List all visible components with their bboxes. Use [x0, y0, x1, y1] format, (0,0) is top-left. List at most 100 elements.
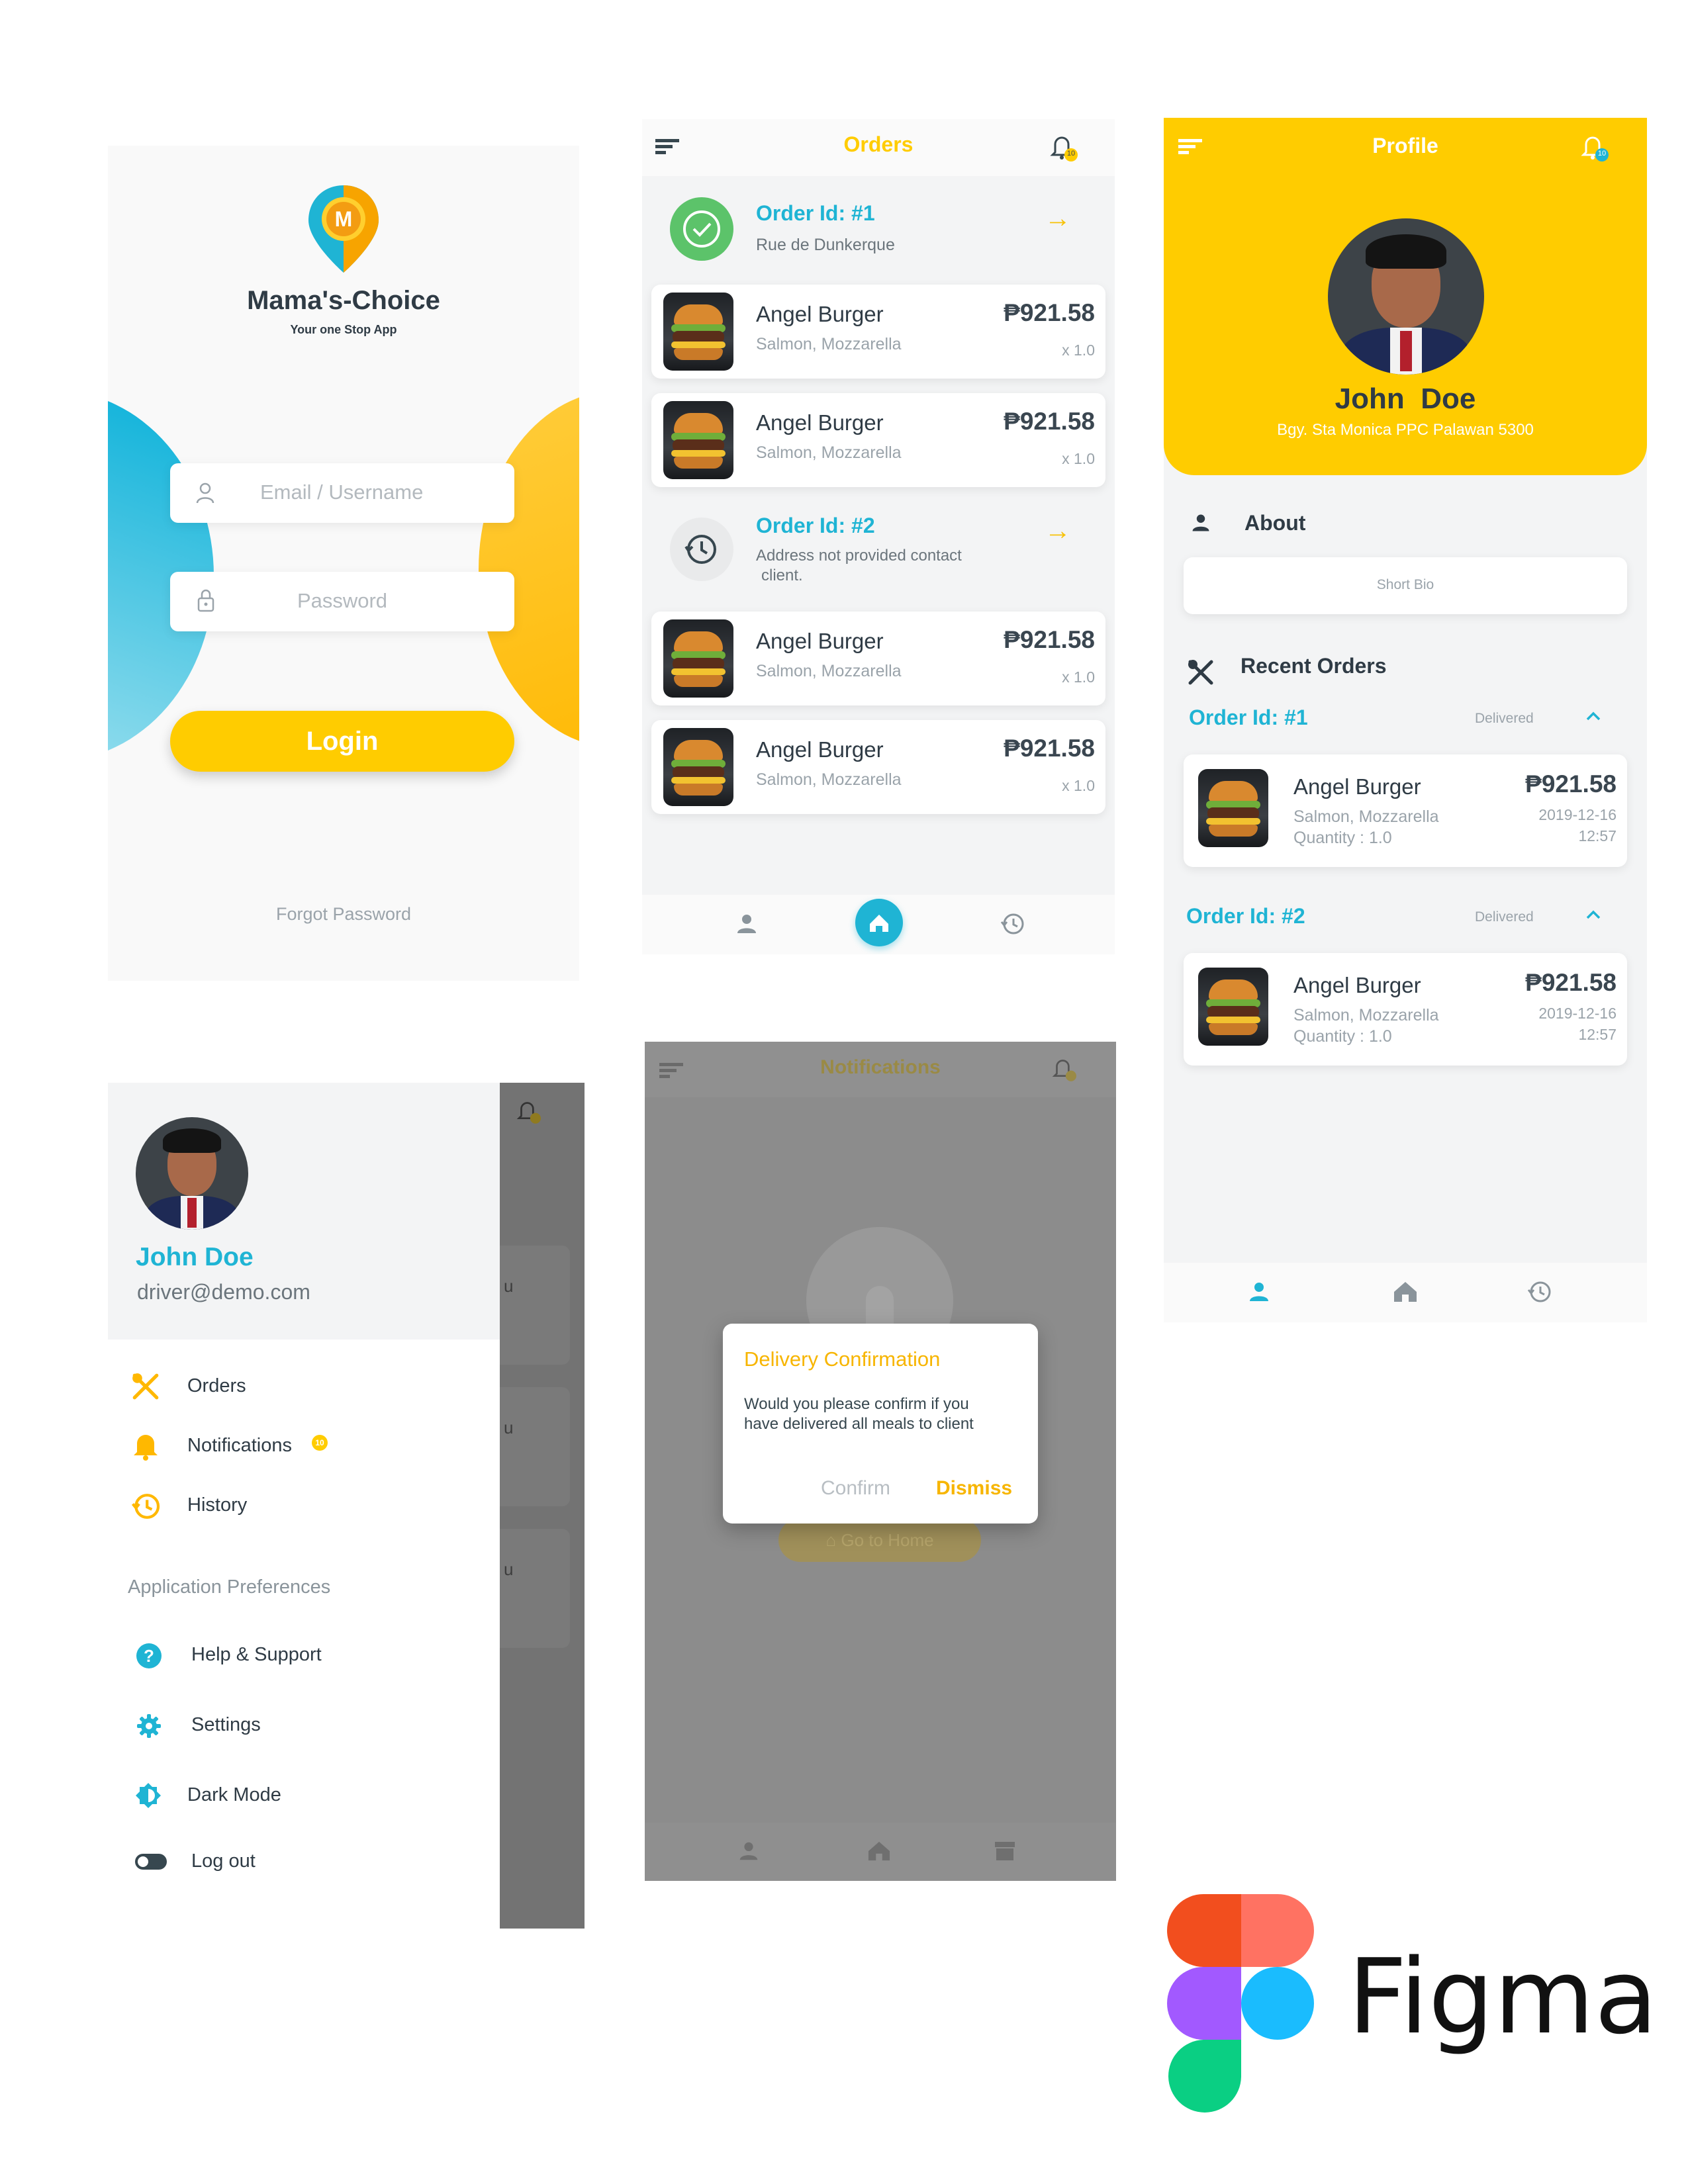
home-nav-icon[interactable]	[1393, 1280, 1418, 1307]
toggle-icon	[134, 1853, 167, 1874]
drawer-item-help[interactable]: ? Help & Support	[128, 1635, 485, 1674]
bottom-nav	[642, 895, 1115, 954]
orders-header: Orders 10	[642, 119, 1115, 176]
first-name: John	[1335, 383, 1405, 415]
item-price: ₱921.58	[1004, 299, 1095, 326]
email-placeholder: Email / Username	[260, 480, 424, 504]
app-logo: M	[305, 183, 383, 275]
dialog-message-line1: Would you please confirm if you	[744, 1395, 969, 1413]
profile-header: Profile 10 John Doe Bgy. Sta Monica PPC …	[1164, 118, 1647, 475]
delivery-confirmation-dialog: Delivery Confirmation Would you please c…	[723, 1324, 1038, 1524]
figma-wordmark: Figma	[1348, 1936, 1658, 2057]
item-name: Angel Burger	[1293, 973, 1421, 997]
confirm-button[interactable]: Confirm	[821, 1477, 890, 1500]
order-item-card[interactable]: Angel Burger Salmon, Mozzarella ₱921.58 …	[651, 393, 1105, 487]
arrow-right-icon[interactable]: →	[1045, 516, 1071, 546]
item-price: ₱921.58	[1525, 770, 1617, 797]
forgot-password-link[interactable]: Forgot Password	[108, 904, 579, 925]
login-screen: M Mama's-Choice Your one Stop App Email …	[108, 146, 579, 981]
section-label: Application Preferences	[128, 1576, 331, 1598]
notification-bell-icon[interactable]: 10	[1577, 128, 1614, 165]
item-description: Salmon, Mozzarella	[756, 662, 902, 680]
recent-order-id: Order Id: #1	[1189, 705, 1308, 729]
brightness-icon	[134, 1782, 162, 1813]
item-quantity: x 1.0	[1062, 668, 1095, 686]
notification-bell-icon[interactable]: 10	[1046, 128, 1083, 165]
check-circle-icon	[669, 196, 735, 265]
chevron-up-icon[interactable]	[1585, 908, 1602, 925]
drawer-item-logout[interactable]: Log out	[128, 1841, 485, 1881]
order-status: Delivered	[1475, 909, 1534, 925]
behind-card	[500, 1529, 570, 1648]
order-item-card[interactable]: Angel Burger Salmon, Mozzarella ₱921.58 …	[651, 285, 1105, 379]
home-nav-icon[interactable]	[855, 899, 903, 946]
page-title: Notifications	[820, 1056, 941, 1078]
drawer-item-settings[interactable]: Settings	[128, 1705, 485, 1745]
recent-order-id: Order Id: #2	[1186, 904, 1305, 928]
history-icon	[130, 1490, 162, 1525]
last-name: Doe	[1421, 383, 1476, 415]
item-quantity: x 1.0	[1062, 450, 1095, 467]
behind-text-fragment: u	[504, 1559, 514, 1579]
order-date: 2019-12-16	[1538, 806, 1617, 823]
order-1-header[interactable]: Order Id: #1 Rue de Dunkerque →	[642, 183, 1115, 269]
recent-order-card[interactable]: Angel Burger Salmon, Mozzarella Quantity…	[1184, 953, 1627, 1066]
order-item-card[interactable]: Angel Burger Salmon, Mozzarella ₱921.58 …	[651, 612, 1105, 705]
dialog-message-line2: have delivered all meals to client	[744, 1415, 974, 1433]
order-time: 12:57	[1578, 827, 1617, 844]
drawer-item-dark-mode[interactable]: Dark Mode	[128, 1775, 485, 1815]
item-description: Salmon, Mozzarella	[756, 335, 902, 353]
orders-screen: Orders 10 Order Id: #1 Rue de Dunkerque …	[642, 119, 1115, 954]
profile-name: John Doe	[1164, 383, 1647, 416]
notification-bell-icon	[513, 1095, 546, 1131]
profile-avatar	[1328, 218, 1484, 375]
item-price: ₱921.58	[1004, 735, 1095, 762]
drawer-item-history[interactable]: History	[128, 1486, 485, 1526]
burger-image	[663, 293, 733, 371]
bottom-nav	[645, 1823, 1116, 1881]
burger-image	[663, 728, 733, 806]
password-field[interactable]: Password	[170, 572, 514, 631]
profile-nav-icon[interactable]	[1247, 1280, 1271, 1307]
login-button[interactable]: Login	[170, 711, 514, 772]
dimmed-overlay[interactable]: u u u	[500, 1083, 585, 1929]
item-name: Angel Burger	[756, 737, 884, 762]
about-label: About	[1244, 511, 1306, 535]
burger-image	[1198, 769, 1268, 847]
recent-order-card[interactable]: Angel Burger Salmon, Mozzarella Quantity…	[1184, 754, 1627, 867]
drawer-item-label: Notifications	[187, 1435, 292, 1456]
order-2-header[interactable]: Order Id: #2 Address not provided contac…	[642, 503, 1115, 596]
email-field[interactable]: Email / Username	[170, 463, 514, 523]
history-nav-icon[interactable]	[1000, 911, 1026, 940]
yellow-blob	[479, 390, 579, 748]
svg-text:?: ?	[144, 1646, 154, 1666]
short-bio-field[interactable]: Short Bio	[1184, 557, 1627, 614]
item-quantity: x 1.0	[1062, 777, 1095, 794]
user-icon	[195, 482, 215, 508]
history-nav-icon[interactable]	[1526, 1279, 1553, 1308]
go-home-button: ⌂ Go to Home	[778, 1518, 981, 1562]
order-item-card[interactable]: Angel Burger Salmon, Mozzarella ₱921.58 …	[651, 720, 1105, 814]
profile-nav-icon[interactable]	[735, 912, 759, 939]
drawer-item-notifications[interactable]: Notifications 10	[128, 1427, 485, 1467]
dismiss-button[interactable]: Dismiss	[936, 1477, 1012, 1500]
utensils-icon	[130, 1371, 161, 1405]
behind-card	[500, 1246, 570, 1365]
gear-icon	[136, 1713, 162, 1743]
drawer-name: John Doe	[136, 1243, 254, 1271]
drawer-item-label: Help & Support	[191, 1644, 322, 1665]
profile-address: Bgy. Sta Monica PPC Palawan 5300	[1277, 421, 1534, 439]
notification-badge: 10	[312, 1435, 328, 1451]
history-icon	[669, 516, 735, 586]
drawer-screen: u u u John Doe driver@demo.com Orders No…	[108, 1083, 585, 1929]
app-tagline: Your one Stop App	[290, 323, 397, 336]
arrow-right-icon[interactable]: →	[1045, 204, 1071, 234]
bell-icon	[132, 1431, 160, 1465]
burger-image	[1198, 968, 1268, 1046]
profile-screen: Profile 10 John Doe Bgy. Sta Monica PPC …	[1164, 118, 1647, 1322]
drawer-item-label: Dark Mode	[187, 1784, 281, 1805]
drawer-item-orders[interactable]: Orders	[128, 1367, 485, 1407]
order-time: 12:57	[1578, 1026, 1617, 1043]
chevron-up-icon[interactable]	[1585, 709, 1602, 726]
order-address: Rue de Dunkerque	[756, 236, 895, 254]
